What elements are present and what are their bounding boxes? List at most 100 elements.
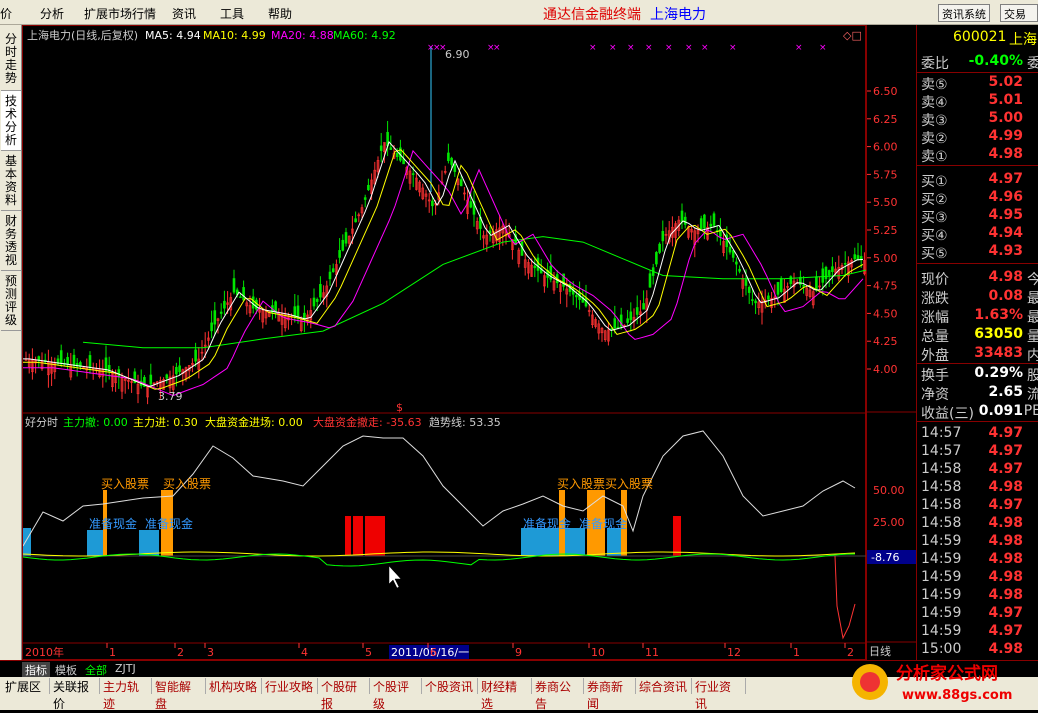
quote-stat-row[interactable]: 换手 0.29% 股 (919, 365, 1038, 384)
sell-level-row[interactable]: 卖⑤ 5.02 (919, 74, 1037, 93)
high-price-label: 6.90 (445, 48, 470, 61)
candle-body (658, 243, 661, 253)
sell-level-row[interactable]: 卖② 4.99 (919, 128, 1037, 147)
tab-zjtj[interactable]: ZJTJ (112, 662, 139, 677)
tick-row[interactable]: 14:59 4.98 (919, 551, 1037, 569)
tab-template[interactable]: 模板 (52, 662, 80, 677)
sell-level-row[interactable]: 卖③ 5.00 (919, 110, 1037, 129)
bottom-bar-item[interactable]: 行业资讯 (692, 678, 746, 711)
quote-stat-row[interactable]: 涨跌 0.08 最 (919, 288, 1038, 307)
buy-level-row[interactable]: 买③ 4.95 (919, 207, 1037, 226)
signal-markers: ××××××××××××××× (427, 43, 827, 53)
quote-value: 4.99 (988, 128, 1023, 144)
mouse-cursor-icon (388, 565, 402, 589)
bottom-bar-item[interactable]: 个股研报 (318, 678, 370, 711)
tick-row[interactable]: 14:57 4.97 (919, 443, 1037, 461)
webi-row[interactable]: 委比 -0.40% 委 (919, 53, 1038, 72)
quote-stat-row[interactable]: 现价 4.98 今 (919, 269, 1038, 288)
sell-level-row[interactable]: 卖① 4.98 (919, 146, 1037, 165)
chart-canvas[interactable]: 上海电力(日线,后复权) MA5: 4.94 MA10: 4.99 MA20: … (22, 26, 868, 661)
tab-finance[interactable]: 财务透视 (1, 211, 21, 271)
tick-row[interactable]: 14:59 4.98 (919, 533, 1037, 551)
menu-item-info[interactable]: 资讯 (172, 5, 196, 22)
candle-body (379, 145, 383, 151)
buy-level-row[interactable]: 买② 4.96 (919, 189, 1037, 208)
bottom-bar-item[interactable]: 个股评级 (370, 678, 422, 711)
quote-label: 14:57 (921, 425, 962, 441)
tick-row[interactable]: 14:58 4.97 (919, 461, 1037, 479)
buy-level-row[interactable]: 买⑤ 4.93 (919, 243, 1037, 262)
quote-extra: 委 (1027, 56, 1038, 72)
sell-level-row[interactable]: 卖④ 5.01 (919, 92, 1037, 111)
candle-body (703, 214, 706, 229)
bottom-bar-item[interactable]: 扩展区 (2, 678, 50, 694)
quote-stat-row[interactable]: 收益(三) 0.091 PE (919, 403, 1038, 422)
tab-technical[interactable]: 技术分析 (1, 91, 21, 151)
month-tick-label: 11 (645, 646, 659, 659)
bottom-bar-item[interactable]: 行业攻略 (262, 678, 318, 694)
chart-panel[interactable]: 上海电力(日线,后复权) MA5: 4.94 MA10: 4.99 MA20: … (22, 25, 868, 661)
bottom-bar-item[interactable]: 智能解盘 (152, 678, 206, 711)
month-tick-label: 1 (793, 646, 800, 659)
menu-item-help[interactable]: 帮助 (268, 5, 292, 22)
tick-row[interactable]: 14:58 4.98 (919, 479, 1037, 497)
candle-body (575, 294, 578, 298)
candle-body (789, 276, 793, 285)
candle-body (626, 318, 629, 323)
month-tick-label: 4 (301, 646, 308, 659)
tick-row[interactable]: 14:58 4.98 (919, 515, 1037, 533)
quote-label: 委比 (921, 56, 949, 72)
tick-row[interactable]: 14:59 4.98 (919, 569, 1037, 587)
news-system-button[interactable]: 资讯系统 (938, 4, 990, 22)
trade-system-button[interactable]: 交易系 (1000, 4, 1038, 22)
quote-stat-row[interactable]: 涨幅 1.63% 最 (919, 307, 1038, 326)
tick-row[interactable]: 14:59 4.98 (919, 587, 1037, 605)
low-price-label: 3.79 (158, 390, 183, 403)
candle-body (767, 295, 770, 300)
bottom-bar-item[interactable]: 综合资讯 (636, 678, 692, 694)
bottom-bar-item[interactable]: 关联报价 (50, 678, 100, 711)
menu-item-analysis[interactable]: 分析 (40, 5, 64, 22)
menu-item-extended-market[interactable]: 扩展市场行情 (84, 5, 156, 22)
tab-all[interactable]: 全部 (82, 662, 110, 677)
quote-label: 卖③ (921, 113, 948, 129)
menu-item-tools[interactable]: 工具 (220, 5, 244, 22)
quote-stat-row[interactable]: 外盘 33483 内 (919, 345, 1038, 364)
candle-body (255, 299, 258, 310)
ready-cash-label: 准备现金 (523, 516, 571, 531)
tick-row[interactable]: 14:59 4.97 (919, 623, 1037, 641)
price-axis-tick: 5.25 (873, 224, 898, 237)
quote-value: 0.29% (974, 365, 1023, 381)
buy-level-row[interactable]: 买① 4.97 (919, 171, 1037, 190)
quote-stat-row[interactable]: 净资 2.65 流 (919, 384, 1038, 403)
month-tick-label: 10 (591, 646, 605, 659)
tab-indicator[interactable]: 指标 (22, 662, 50, 677)
ma20-line (23, 149, 864, 397)
tab-intraday[interactable]: 分时走势 (1, 29, 21, 91)
bottom-bar-item[interactable]: 主力轨迹 (100, 678, 152, 711)
indicator-bar (607, 528, 621, 556)
tick-row[interactable]: 14:59 4.97 (919, 605, 1037, 623)
ma20-label: MA20: 4.88 (271, 29, 334, 42)
bottom-bar-item[interactable]: 机构攻略 (206, 678, 262, 694)
candle-body (242, 287, 245, 301)
tick-row[interactable]: 14:57 4.97 (919, 425, 1037, 443)
candle-body (610, 328, 613, 330)
bottom-bar-item[interactable]: 券商公告 (532, 678, 584, 711)
bottom-bar-item[interactable]: 财经精选 (478, 678, 532, 711)
bottom-bar-item[interactable]: 券商新闻 (584, 678, 636, 711)
quote-stat-row[interactable]: 总量 63050 量 (919, 326, 1038, 345)
tab-forecast[interactable]: 预测评级 (1, 271, 21, 331)
quote-label: 14:59 (921, 587, 962, 603)
quote-value: 4.95 (988, 207, 1023, 223)
bottom-bar-item[interactable]: 个股资讯 (422, 678, 478, 694)
quote-value: 4.94 (988, 225, 1023, 241)
tick-row[interactable]: 14:58 4.97 (919, 497, 1037, 515)
quote-label: 14:59 (921, 605, 962, 621)
candle-body (239, 296, 242, 299)
menu-item-price[interactable]: 价 (0, 5, 12, 22)
tab-basic-info[interactable]: 基本资料 (1, 151, 21, 211)
buy-level-row[interactable]: 买④ 4.94 (919, 225, 1037, 244)
candle-body (232, 278, 236, 293)
candle-body (223, 300, 226, 309)
